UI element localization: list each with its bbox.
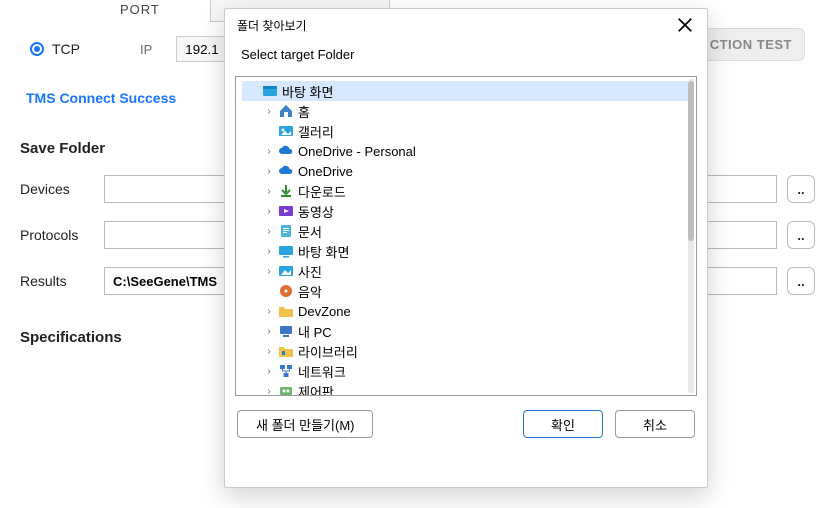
cloud-icon [278,143,294,159]
tree-item-label: 바탕 화면 [298,242,349,261]
tree-item[interactable]: ›홈 [258,101,690,121]
tree-item-label: 문서 [298,222,322,241]
music-icon [278,283,294,299]
ok-button[interactable]: 확인 [523,410,603,438]
library-icon [278,343,294,359]
gallery-icon [278,123,294,139]
tree-item[interactable]: › 다운로드 [258,181,690,201]
control-icon [278,383,294,396]
video-icon [278,203,294,219]
dialog-subtitle: Select target Folder [225,39,707,76]
new-folder-button[interactable]: 새 폴더 만들기(M) [237,410,373,438]
tree-item[interactable]: › DevZone [258,301,690,321]
tree-item[interactable]: › 내 PC [258,321,690,341]
desktop-icon [262,83,278,99]
expander-icon[interactable]: › [262,346,276,357]
network-icon [278,363,294,379]
expander-icon[interactable]: › [262,326,276,337]
tree-item[interactable]: › 바탕 화면 [258,241,690,261]
devices-browse-button[interactable] [787,175,815,203]
folder-browse-dialog: 폴더 찾아보기 Select target Folder › 바탕 화면 ›홈›… [224,8,708,488]
scrollbar[interactable] [688,79,694,393]
tree-item[interactable]: › 라이브러리 [258,341,690,361]
picture-icon [278,263,294,279]
close-icon[interactable] [675,15,695,35]
folder-tree: › 바탕 화면 ›홈›갤러리›OneDrive - Personal›OneDr… [235,76,697,396]
expander-icon[interactable]: › [262,186,276,197]
cloud-icon [278,163,294,179]
results-browse-button[interactable] [787,267,815,295]
tree-item[interactable]: ›음악 [258,281,690,301]
tree-item-label: 내 PC [298,322,332,341]
tree-item-label: 갤러리 [298,122,334,141]
tree-item[interactable]: ›갤러리 [258,121,690,141]
expander-icon[interactable]: › [262,306,276,317]
tcp-radio[interactable] [30,42,44,56]
tree-item-label: 홈 [298,102,310,121]
desktop-icon [278,243,294,259]
tree-item[interactable]: › 동영상 [258,201,690,221]
tree-item-label: 사진 [298,262,322,281]
expander-icon[interactable]: › [262,246,276,257]
tree-item[interactable]: › OneDrive [258,161,690,181]
tcp-label: TCP [52,41,80,57]
expander-icon[interactable]: › [262,266,276,277]
tree-item-label: 다운로드 [298,182,346,201]
folder-icon [278,303,294,319]
expander-icon[interactable]: › [262,146,276,157]
pc-icon [278,323,294,339]
home-icon [278,103,294,119]
results-label: Results [20,273,104,289]
tree-item-label: OneDrive [298,164,353,179]
expander-icon[interactable]: › [262,166,276,177]
tree-item[interactable]: › 문서 [258,221,690,241]
ip-label: IP [140,42,152,57]
expander-icon[interactable]: › [262,226,276,237]
tree-item-label: 바탕 화면 [282,82,333,101]
dialog-title: 폴더 찾아보기 [237,17,307,34]
tree-item-label: DevZone [298,304,351,319]
download-icon [278,183,294,199]
expander-icon[interactable]: › [262,366,276,377]
tree-item-label: OneDrive - Personal [298,144,416,159]
doc-icon [278,223,294,239]
port-label: PORT [120,2,160,17]
protocols-browse-button[interactable] [787,221,815,249]
tree-item[interactable]: › 사진 [258,261,690,281]
cancel-button[interactable]: 취소 [615,410,695,438]
tree-item-label: 음악 [298,282,322,301]
scrollbar-thumb[interactable] [688,81,694,241]
protocols-label: Protocols [20,227,104,243]
expander-icon[interactable]: › [262,106,276,117]
dialog-titlebar: 폴더 찾아보기 [225,9,707,39]
expander-icon[interactable]: › [262,206,276,217]
tree-item-label: 동영상 [298,202,334,221]
expander-icon[interactable]: › [262,386,276,397]
action-test-button[interactable]: CTION TEST [697,28,805,61]
tree-item-label: 네트워크 [298,362,346,381]
devices-label: Devices [20,181,104,197]
tree-item-label: 라이브러리 [298,342,358,361]
tree-root-item[interactable]: › 바탕 화면 [242,81,690,101]
tree-item[interactable]: › OneDrive - Personal [258,141,690,161]
tree-item[interactable]: › 네트워크 [258,361,690,381]
tree-item-label: 제어판 [298,382,334,397]
tree-item[interactable]: › 제어판 [258,381,690,396]
